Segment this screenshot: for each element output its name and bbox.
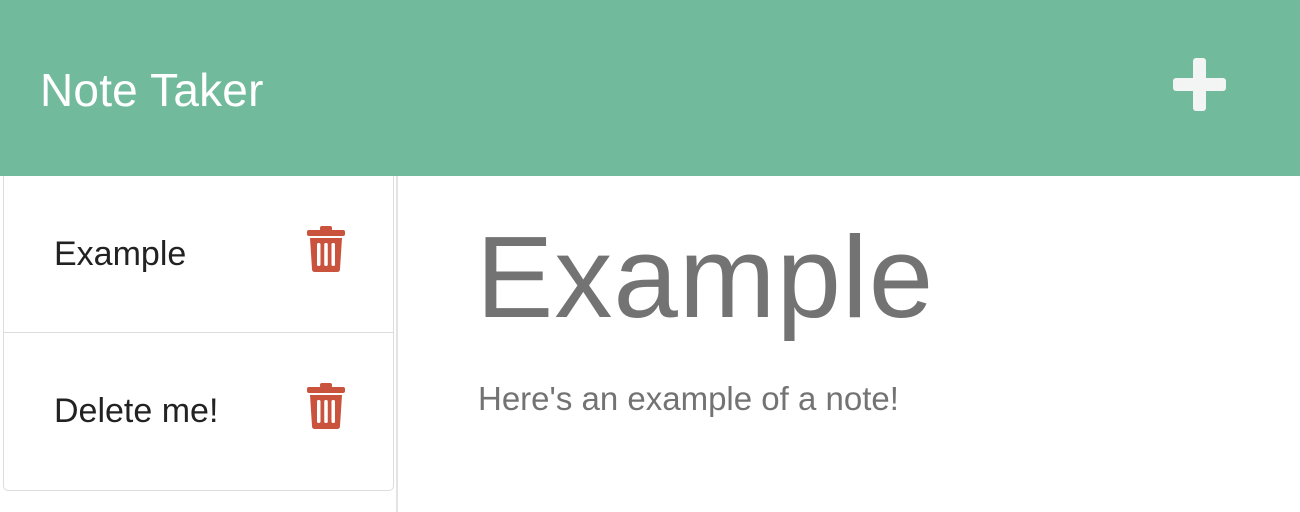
note-text-field[interactable]: Here's an example of a note! xyxy=(478,378,899,420)
note-list: Example Delete me! xyxy=(3,176,394,491)
note-list-item[interactable]: Delete me! xyxy=(4,333,393,490)
app-title[interactable]: Note Taker xyxy=(40,62,264,118)
note-list-item-title: Example xyxy=(54,235,187,273)
note-list-item[interactable]: Example xyxy=(4,176,393,333)
sidebar: Example Delete me! xyxy=(0,176,398,512)
note-list-item-title: Delete me! xyxy=(54,392,219,430)
note-title-field[interactable]: Example xyxy=(476,210,934,344)
note-editor: Example Here's an example of a note! xyxy=(398,176,1300,512)
navbar: Note Taker xyxy=(0,0,1300,176)
new-note-button[interactable] xyxy=(1166,52,1232,118)
trash-icon[interactable] xyxy=(306,226,346,272)
trash-icon[interactable] xyxy=(306,383,346,429)
